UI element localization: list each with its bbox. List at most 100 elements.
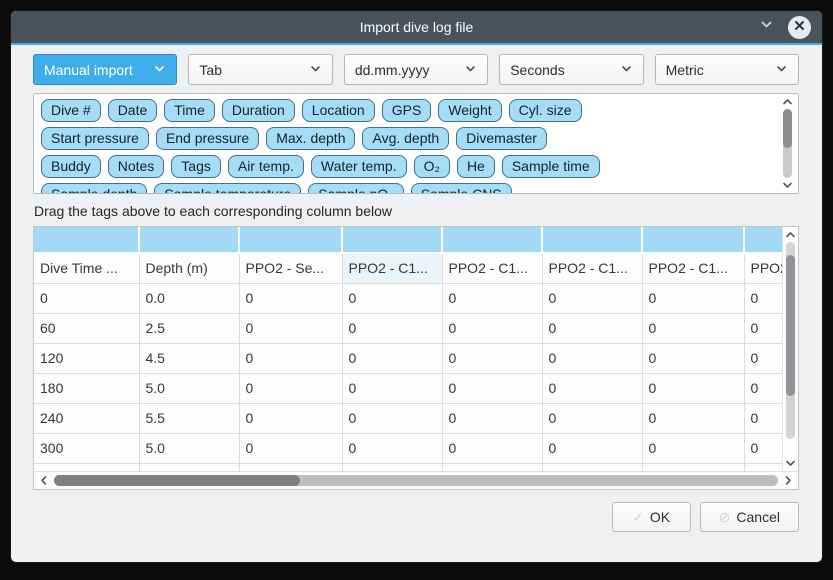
tag-sample-depth[interactable]: Sample depth	[41, 183, 147, 194]
cancel-circle-icon: ⊘	[719, 509, 731, 526]
chevron-right-icon[interactable]	[783, 474, 793, 487]
tag-notes[interactable]: Notes	[108, 155, 165, 178]
table-cell: 0	[239, 283, 342, 313]
chevron-up-icon[interactable]	[784, 230, 797, 240]
table-cell: 0	[744, 403, 782, 433]
chevron-down-icon[interactable]	[784, 458, 797, 468]
column-header-row: Dive Time ...Depth (m)PPO2 - Se...PPO2 -…	[34, 253, 782, 283]
table-cell	[542, 463, 642, 471]
tag-weight[interactable]: Weight	[438, 99, 501, 122]
scrollbar-thumb[interactable]	[786, 255, 795, 396]
tag-dive[interactable]: Dive #	[41, 99, 101, 122]
tag-location[interactable]: Location	[302, 99, 375, 122]
table-cell: 0	[342, 373, 442, 403]
tag-duration[interactable]: Duration	[222, 99, 295, 122]
tag-buddy[interactable]: Buddy	[41, 155, 101, 178]
chevron-down-icon	[309, 62, 322, 78]
tag-time[interactable]: Time	[164, 99, 215, 122]
table-cell: 0	[542, 313, 642, 343]
duration-format-select[interactable]: Seconds	[499, 54, 643, 85]
drop-zone-cell[interactable]	[34, 227, 139, 253]
table-cell	[744, 463, 782, 471]
drop-zone-cell[interactable]	[239, 227, 342, 253]
tag-water-temp[interactable]: Water temp.	[311, 155, 407, 178]
ok-button[interactable]: ✓ OK	[612, 502, 691, 532]
scrollbar-track[interactable]	[786, 242, 795, 456]
units-select[interactable]: Metric	[655, 54, 799, 85]
table-row: 1204.5000000	[34, 343, 782, 373]
tag-avg-depth[interactable]: Avg. depth	[362, 127, 449, 150]
column-header[interactable]: PPO2	[744, 253, 782, 283]
table-vertical-scrollbar[interactable]	[782, 227, 798, 471]
table-cell: 0	[642, 283, 744, 313]
drop-zone-cell[interactable]	[744, 227, 782, 253]
table-row: 3005.0000000	[34, 433, 782, 463]
shade-window-button[interactable]	[757, 18, 775, 36]
table-cell: 0	[34, 283, 139, 313]
column-header[interactable]: PPO2 - C1...	[642, 253, 744, 283]
chevron-up-icon[interactable]	[781, 97, 794, 107]
tag-tags[interactable]: Tags	[171, 155, 221, 178]
table-body: Dive Time ...Depth (m)PPO2 - Se...PPO2 -…	[34, 227, 782, 471]
titlebar: Import dive log file	[11, 11, 822, 45]
field-separator-value: Tab	[199, 62, 308, 78]
column-header[interactable]: PPO2 - C1...	[542, 253, 642, 283]
scrollbar-thumb[interactable]	[54, 475, 300, 486]
table-cell: 0.0	[139, 283, 239, 313]
table-cell: 120	[34, 343, 139, 373]
tag-divemaster[interactable]: Divemaster	[456, 127, 547, 150]
tag-air-temp[interactable]: Air temp.	[228, 155, 304, 178]
table-row: 00.0000000	[34, 283, 782, 313]
drop-zone-cell[interactable]	[342, 227, 442, 253]
tag-sample-cns[interactable]: Sample CNS	[411, 183, 512, 194]
column-header[interactable]: Dive Time ...	[34, 253, 139, 283]
chevron-down-icon	[464, 62, 477, 78]
tag-he[interactable]: He	[457, 155, 495, 178]
drop-zone-cell[interactable]	[642, 227, 744, 253]
table-cell	[239, 463, 342, 471]
tag-row: Buddy Notes Tags Air temp. Water temp. O₂ He Sa…	[41, 155, 778, 178]
check-icon: ✓	[632, 509, 644, 526]
column-header[interactable]: PPO2 - C1...	[342, 253, 442, 283]
date-format-select[interactable]: dd.mm.yyyy	[344, 54, 488, 85]
table-cell	[139, 463, 239, 471]
tags-vertical-scrollbar[interactable]	[780, 97, 795, 190]
table-horizontal-scrollbar[interactable]	[34, 471, 798, 489]
drop-zone-cell[interactable]	[442, 227, 542, 253]
tag-gps[interactable]: GPS	[382, 99, 432, 122]
tag-sample-time[interactable]: Sample time	[502, 155, 600, 178]
table-cell	[34, 463, 139, 471]
csv-preview-table-frame: Dive Time ...Depth (m)PPO2 - Se...PPO2 -…	[33, 226, 799, 490]
table-cell: 0	[542, 373, 642, 403]
tag-sample-po[interactable]: Sample pO₂	[308, 183, 403, 194]
tag-cyl-size[interactable]: Cyl. size	[509, 99, 582, 122]
cancel-button[interactable]: ⊘ Cancel	[700, 502, 799, 532]
import-type-select[interactable]: Manual import	[33, 54, 177, 85]
chevron-left-icon[interactable]	[39, 474, 49, 487]
tag-end-pressure[interactable]: End pressure	[156, 127, 259, 150]
table-cell: 0	[442, 403, 542, 433]
import-options-row: Manual import Tab dd.mm.yyyy Seconds	[33, 54, 799, 85]
chevron-down-icon	[153, 62, 166, 78]
chevron-down-icon	[775, 62, 788, 78]
close-button[interactable]	[788, 16, 811, 39]
drag-tags-instruction: Drag the tags above to each correspondin…	[34, 203, 798, 219]
tag-start-pressure[interactable]: Start pressure	[41, 127, 149, 150]
tag-date[interactable]: Date	[108, 99, 158, 122]
tag-o[interactable]: O₂	[414, 155, 450, 178]
column-header[interactable]: PPO2 - C1...	[442, 253, 542, 283]
import-dive-log-dialog: Import dive log file Manual import	[10, 10, 823, 563]
drop-zone-cell[interactable]	[542, 227, 642, 253]
scrollbar-thumb[interactable]	[783, 109, 792, 148]
scrollbar-track[interactable]	[54, 475, 778, 486]
tag-sample-temperature[interactable]: Sample temperature	[154, 183, 301, 194]
column-header[interactable]: PPO2 - Se...	[239, 253, 342, 283]
chevron-down-icon[interactable]	[781, 180, 794, 190]
drop-zone-cell[interactable]	[139, 227, 239, 253]
field-separator-select[interactable]: Tab	[188, 54, 332, 85]
units-value: Metric	[666, 62, 775, 78]
scrollbar-track[interactable]	[783, 109, 792, 178]
column-header[interactable]: Depth (m)	[139, 253, 239, 283]
tag-max-depth[interactable]: Max. depth	[266, 127, 355, 150]
table-cell: 0	[744, 283, 782, 313]
